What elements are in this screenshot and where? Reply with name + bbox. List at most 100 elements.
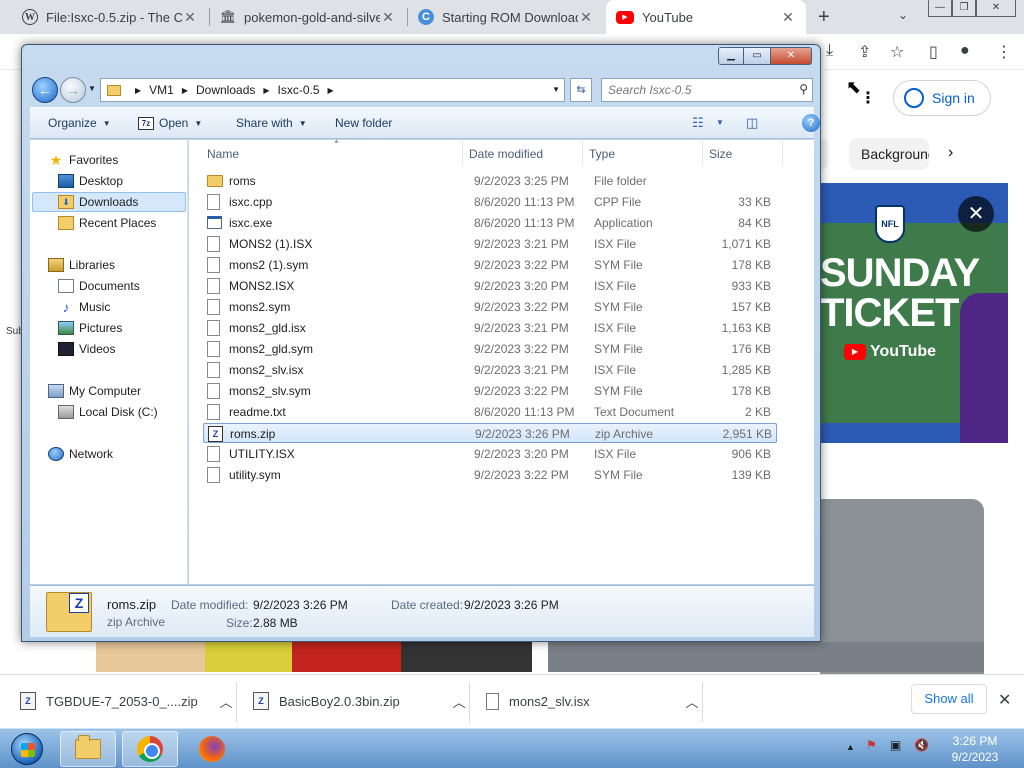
column-header-size[interactable]: Size bbox=[703, 140, 783, 166]
open-button[interactable]: 7z Open ▼ bbox=[138, 116, 202, 130]
ad-youtube-brand: ▶ YouTube bbox=[844, 343, 936, 361]
tab-rom-download[interactable]: C Starting ROM Download ✕ bbox=[408, 0, 604, 34]
nav-videos[interactable]: Videos bbox=[58, 339, 115, 359]
action-center-flag-icon[interactable]: ⚑ bbox=[866, 738, 877, 752]
breadcrumb-vm1[interactable]: VM1 bbox=[149, 83, 174, 97]
ad-brand-label: YouTube bbox=[870, 343, 937, 360]
show-hidden-icons-icon[interactable]: ▲ bbox=[846, 742, 855, 752]
chip-background[interactable]: Background bbox=[849, 138, 929, 170]
bookmark-star-icon[interactable]: ☆ bbox=[890, 42, 904, 62]
forward-button[interactable]: → bbox=[60, 77, 86, 103]
recent-pages-dropdown-icon[interactable]: ▼ bbox=[88, 84, 96, 93]
show-all-button[interactable]: Show all bbox=[911, 684, 987, 714]
file-row[interactable]: MONS2 (1).ISX 9/2/2023 3:21 PM ISX File 1,0… bbox=[203, 234, 777, 254]
system-clock[interactable]: 3:26 PM 9/2/2023 bbox=[940, 733, 1010, 765]
file-row[interactable]: readme.txt 8/6/2020 11:13 PM Text Document… bbox=[203, 402, 777, 422]
new-folder-button[interactable]: New folder bbox=[335, 116, 392, 130]
nav-local-disk[interactable]: Local Disk (C:) bbox=[58, 402, 158, 422]
search-icon[interactable]: ⚲ bbox=[799, 82, 808, 96]
close-icon[interactable]: ✕ bbox=[958, 196, 994, 232]
close-window-icon[interactable]: ✕ bbox=[976, 0, 1016, 17]
view-dropdown-icon[interactable]: ▼ bbox=[716, 118, 724, 127]
taskbar-firefox[interactable] bbox=[184, 731, 240, 767]
nav-desktop[interactable]: Desktop bbox=[58, 171, 123, 191]
sign-in-button[interactable]: Sign in bbox=[893, 80, 991, 116]
organize-button[interactable]: Organize ▼ bbox=[48, 116, 111, 130]
close-icon[interactable]: ✕ bbox=[578, 9, 594, 26]
file-row[interactable]: Zroms.zip 9/2/2023 3:26 PM zip Archive 2,95… bbox=[203, 423, 777, 443]
download-item[interactable]: Z BasicBoy2.0.3bin.zip ︿ bbox=[233, 674, 469, 728]
tab-youtube[interactable]: ▶ YouTube ✕ bbox=[606, 0, 806, 34]
breadcrumb-arrow-icon[interactable]: ▶ bbox=[328, 86, 334, 95]
nav-music[interactable]: ♪ Music bbox=[58, 297, 111, 317]
chevron-up-icon[interactable]: ︿ bbox=[682, 692, 702, 711]
refresh-icon[interactable]: ⇆ bbox=[570, 78, 592, 102]
profile-icon[interactable]: ● bbox=[960, 42, 970, 60]
help-icon[interactable]: ? bbox=[802, 114, 820, 132]
close-icon[interactable]: ✕ bbox=[998, 690, 1011, 710]
nav-libraries[interactable]: Libraries bbox=[48, 255, 115, 275]
file-row[interactable]: mons2_slv.isx 9/2/2023 3:21 PM ISX File 1,2… bbox=[203, 360, 777, 380]
share-icon[interactable]: ⇪ bbox=[858, 42, 871, 62]
column-header-date[interactable]: Date modified bbox=[463, 140, 583, 166]
file-row[interactable]: isxc.exe 8/6/2020 11:13 PM Application 84 K… bbox=[203, 213, 777, 233]
view-options-icon[interactable]: ☷ bbox=[692, 115, 704, 131]
column-header-name[interactable]: Name ▲ bbox=[201, 138, 463, 166]
chevron-right-icon[interactable]: › bbox=[948, 144, 953, 162]
breadcrumb-arrow-icon[interactable]: ▶ bbox=[135, 86, 141, 95]
search-input[interactable]: Search Isxc-0.5 ⚲ bbox=[601, 78, 813, 102]
file-row[interactable]: UTILITY.ISX 9/2/2023 3:20 PM ISX File 906 K… bbox=[203, 444, 777, 464]
column-header-type[interactable]: Type bbox=[583, 140, 703, 166]
file-row[interactable]: mons2_gld.sym 9/2/2023 3:22 PM SYM File 176… bbox=[203, 339, 777, 359]
start-button[interactable] bbox=[2, 730, 52, 768]
maximize-button[interactable]: ▭ bbox=[744, 47, 770, 65]
new-tab-button[interactable]: + bbox=[818, 6, 830, 29]
minimize-button[interactable]: ▁ bbox=[718, 47, 744, 65]
nav-favorites[interactable]: ★ Favorites bbox=[48, 150, 119, 170]
side-panel-icon[interactable]: ▯ bbox=[929, 42, 938, 62]
volume-muted-icon[interactable]: 🔇 bbox=[914, 738, 929, 752]
address-dropdown-icon[interactable]: ▼ bbox=[552, 85, 560, 94]
taskbar-chrome[interactable] bbox=[122, 731, 178, 767]
breadcrumb-arrow-icon[interactable]: ▶ bbox=[182, 86, 188, 95]
nav-network[interactable]: Network bbox=[48, 444, 113, 464]
tab-pokemon[interactable]: 🏛 pokemon-gold-and-silver ✕ bbox=[210, 0, 406, 34]
close-icon[interactable]: ✕ bbox=[182, 9, 198, 26]
video-thumbnail[interactable] bbox=[96, 642, 532, 672]
file-row[interactable]: mons2_slv.sym 9/2/2023 3:22 PM SYM File 178… bbox=[203, 381, 777, 401]
settings-kebab-icon[interactable]: ⋮ bbox=[860, 88, 876, 108]
download-item[interactable]: Z TGBDUE-7_2053-0_....zip ︿ bbox=[0, 674, 236, 728]
tab-wiki[interactable]: W File:Isxc-0.5.zip - The Cutting ✕ bbox=[12, 0, 208, 34]
share-with-button[interactable]: Share with ▼ bbox=[236, 116, 307, 130]
file-row[interactable]: mons2 (1).sym 9/2/2023 3:22 PM SYM File 178… bbox=[203, 255, 777, 275]
nav-downloads[interactable]: ⬇ Downloads bbox=[32, 192, 186, 212]
address-bar[interactable]: ▶ VM1 ▶ Downloads ▶ Isxc-0.5 ▶ ▼ bbox=[100, 78, 565, 102]
file-row[interactable]: utility.sym 9/2/2023 3:22 PM SYM File 139 K… bbox=[203, 465, 777, 485]
breadcrumb-isxc[interactable]: Isxc-0.5 bbox=[278, 83, 320, 97]
breadcrumb-downloads[interactable]: Downloads bbox=[196, 83, 255, 97]
close-button[interactable]: ✕ bbox=[770, 47, 812, 65]
file-row[interactable]: mons2.sym 9/2/2023 3:22 PM SYM File 157 KB bbox=[203, 297, 777, 317]
back-button[interactable]: ← bbox=[32, 77, 58, 103]
nav-documents[interactable]: Documents bbox=[58, 276, 140, 296]
nav-pictures[interactable]: Pictures bbox=[58, 318, 122, 338]
taskbar-explorer[interactable] bbox=[60, 731, 116, 767]
tab-search-chevron-icon[interactable]: ⌄ bbox=[898, 8, 908, 22]
video-thumbnail[interactable] bbox=[548, 642, 984, 672]
download-icon[interactable]: ⤓ bbox=[826, 42, 833, 60]
preview-pane-icon[interactable]: ◫ bbox=[746, 115, 758, 131]
breadcrumb-arrow-icon[interactable]: ▶ bbox=[263, 86, 269, 95]
file-row[interactable]: isxc.cpp 8/6/2020 11:13 PM CPP File 33 KB bbox=[203, 192, 777, 212]
restore-icon[interactable]: ❐ bbox=[952, 0, 976, 17]
nav-my-computer[interactable]: My Computer bbox=[48, 381, 141, 401]
close-icon[interactable]: ✕ bbox=[780, 9, 796, 26]
chrome-menu-icon[interactable]: ⋮ bbox=[996, 42, 1012, 62]
network-status-icon[interactable]: ▣ bbox=[890, 738, 901, 752]
file-row[interactable]: roms 9/2/2023 3:25 PM File folder bbox=[203, 171, 777, 191]
nav-recent-places[interactable]: Recent Places bbox=[58, 213, 156, 233]
file-row[interactable]: MONS2.ISX 9/2/2023 3:20 PM ISX File 933 KB bbox=[203, 276, 777, 296]
download-item[interactable]: mons2_slv.isx ︿ bbox=[466, 674, 702, 728]
close-icon[interactable]: ✕ bbox=[380, 9, 396, 26]
file-row[interactable]: mons2_gld.isx 9/2/2023 3:21 PM ISX File 1,1… bbox=[203, 318, 777, 338]
minimize-icon[interactable]: — bbox=[928, 0, 952, 17]
